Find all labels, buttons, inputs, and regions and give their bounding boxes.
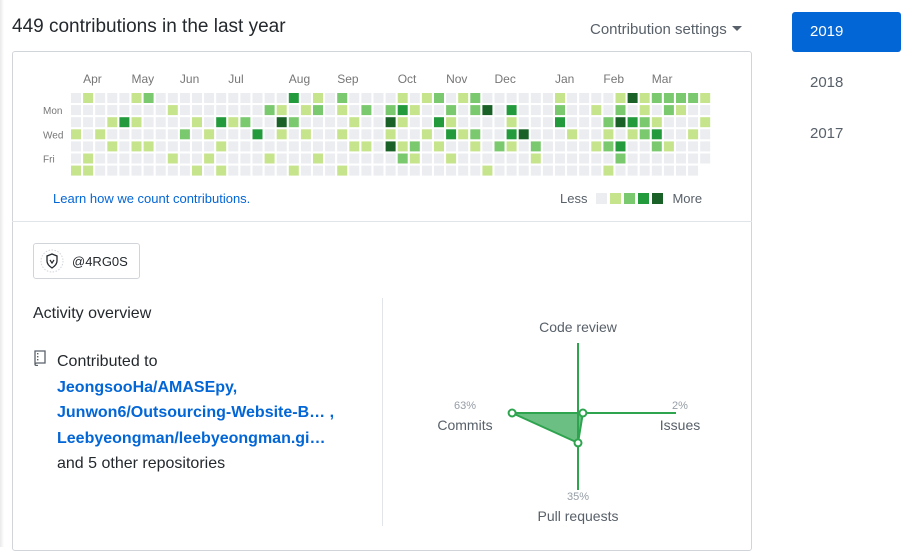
radar-point-issues bbox=[578, 408, 588, 418]
radar-point-pull-requests bbox=[573, 438, 583, 448]
radar-point-commits bbox=[507, 408, 517, 418]
radar-pct-issues: 2% bbox=[672, 400, 688, 412]
radar-label-commits: Commits bbox=[437, 417, 493, 433]
activity-radar-chart bbox=[507, 343, 676, 490]
year-2018[interactable]: 2018 bbox=[792, 63, 901, 103]
year-2017[interactable]: 2017 bbox=[792, 114, 901, 154]
year-2019[interactable]: 2019 bbox=[792, 12, 901, 52]
radar-label-issues: Issues bbox=[659, 417, 701, 433]
radar-pct-pull-requests: 35% bbox=[566, 491, 590, 503]
year-list: 2019 2018 2017 bbox=[792, 12, 901, 165]
radar-pct-commits: 63% bbox=[453, 400, 477, 412]
radar-label-code-review: Code review bbox=[539, 319, 617, 335]
radar-label-pull-requests: Pull requests bbox=[537, 508, 619, 524]
radar-area bbox=[511, 412, 584, 444]
